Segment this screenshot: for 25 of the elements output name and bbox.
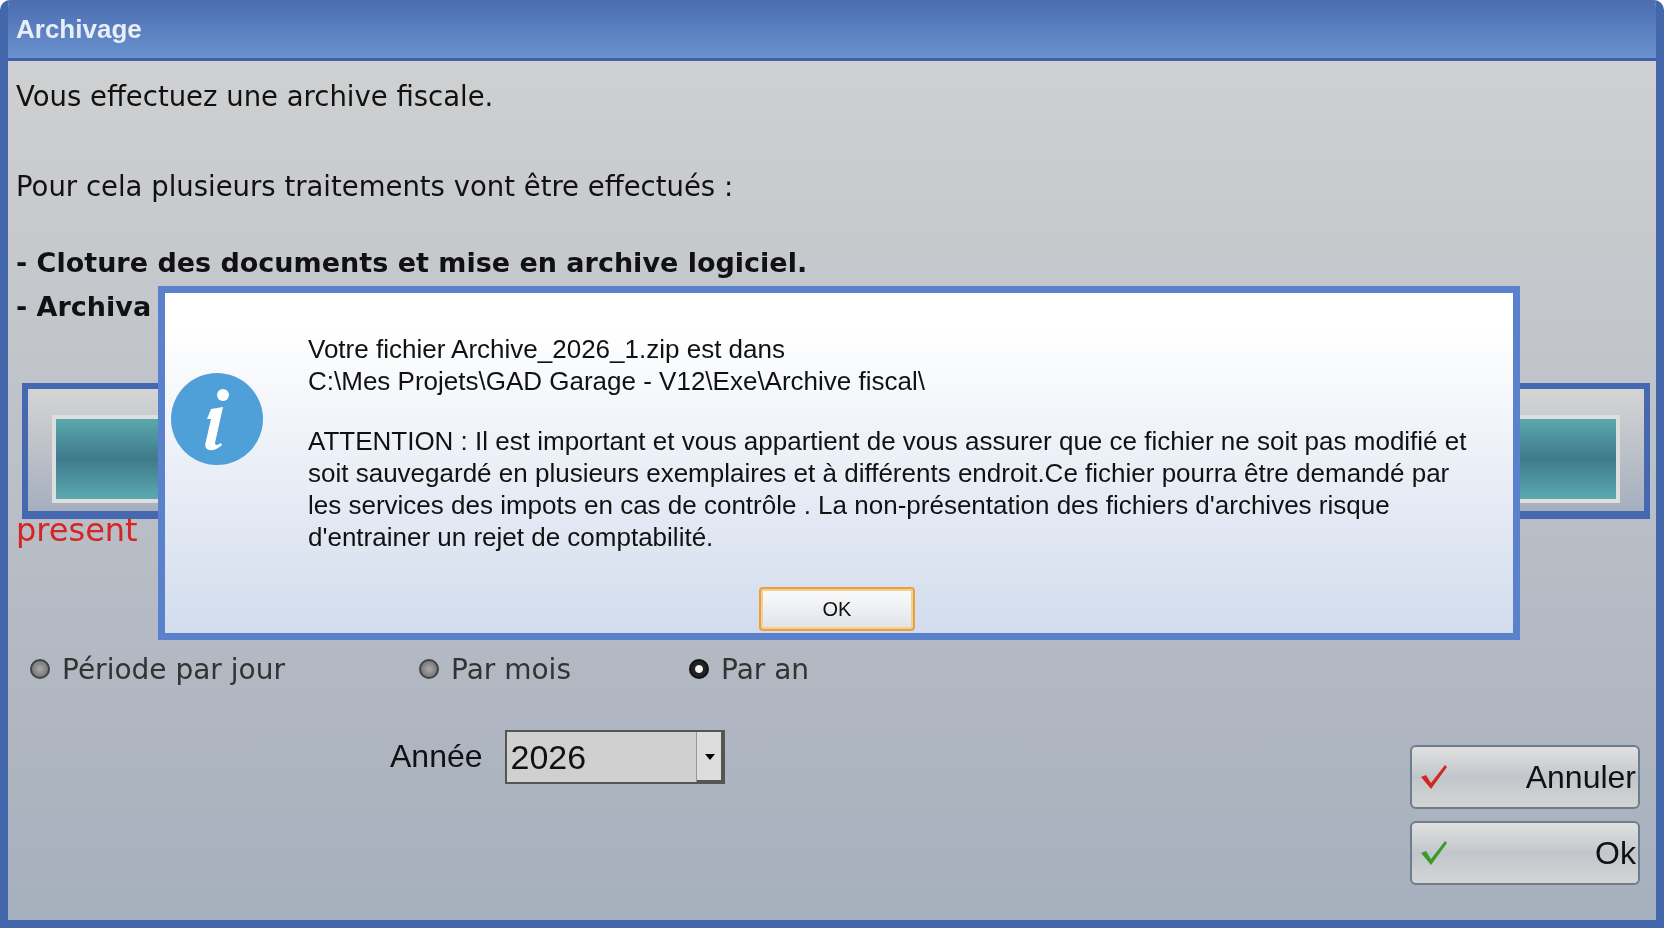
intro-text: Pour cela plusieurs traitements vont être effectués : — [16, 168, 735, 204]
info-icon — [171, 373, 263, 465]
radio-icon[interactable] — [419, 659, 439, 680]
step-text: - Archiva — [16, 289, 153, 324]
step-text: - Cloture des documents et mise en archive logiciel. — [16, 245, 809, 280]
window-title: Archivage — [16, 13, 142, 45]
radio-option[interactable]: Période par jour — [30, 652, 419, 686]
ok-button[interactable]: OK — [759, 587, 915, 631]
year-label: Année — [390, 738, 483, 776]
radio-label: Par mois — [451, 652, 571, 686]
radio-icon[interactable] — [30, 659, 50, 680]
message-text: Votre fichier Archive_2026_1.zip est dans C:\Mes Projets\GAD Garage - V12\Exe\Archive fiscal\ — [308, 333, 926, 397]
warning-message: ATTENTION : Il est important et vous appartient de vous assurer que ce fichier ne soit pas modifié et soit sauvegardé en plusieurs exemplaires et à différents endroit.Ce fichier pourra être demandé par les services des impots en cas de contrôle . La non-présentation des fichiers d'archives risque d'entrainer un rejet de comptabilité. — [308, 425, 1467, 553]
radio-option[interactable]: Par mois — [419, 652, 689, 686]
radio-label: Par an — [721, 652, 810, 686]
checkmark-icon — [1420, 840, 1448, 866]
ok-button[interactable]: Ok — [1410, 821, 1640, 885]
radio-icon[interactable] — [689, 659, 709, 680]
radio-label: Période par jour — [62, 652, 285, 686]
radio-option[interactable]: Par an — [689, 652, 810, 686]
cancel-button[interactable]: Annuler — [1410, 745, 1640, 809]
intro-text: Vous effectuez une archive fiscale. — [16, 79, 495, 114]
year-dropdown[interactable]: 2026 — [504, 729, 725, 784]
checkmark-icon — [1420, 764, 1448, 790]
warning-text: present — [16, 512, 138, 548]
